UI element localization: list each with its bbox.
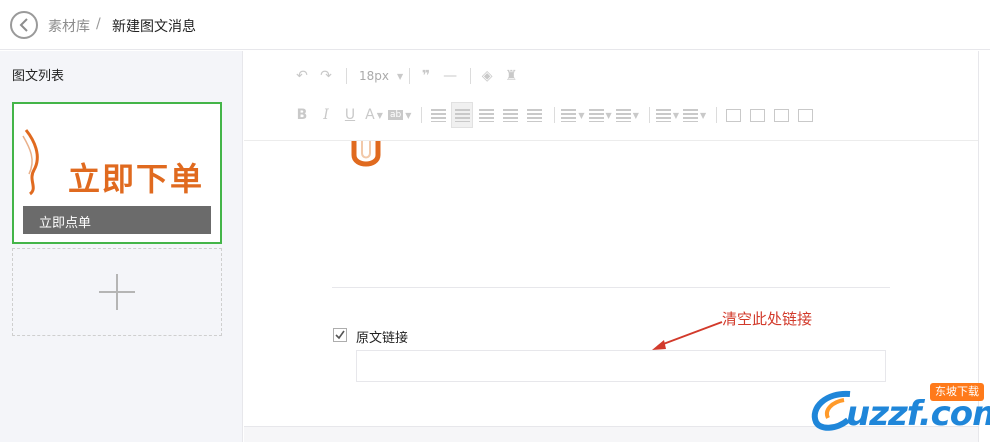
content-image <box>351 141 381 167</box>
original-link-label: 原文链接 <box>356 331 409 346</box>
line-spacing-after-icon[interactable]: ▼ <box>588 103 612 127</box>
toolbar-divider <box>554 107 556 123</box>
underline-icon[interactable]: U <box>340 103 360 127</box>
article-list-sidebar: 图文列表 立即下单 立即点单 <box>0 51 243 442</box>
eraser-icon[interactable]: ◈ <box>477 64 497 88</box>
bold-icon[interactable]: B <box>292 103 312 127</box>
breadcrumb-separator: / <box>96 16 101 32</box>
add-article-button[interactable] <box>12 248 222 336</box>
cover-decoration-icon <box>22 129 39 196</box>
image-float-right-icon[interactable] <box>771 103 791 127</box>
align-left-icon[interactable] <box>451 102 474 128</box>
card-title: 立即点单 <box>39 216 92 231</box>
indent-icon[interactable] <box>428 103 448 127</box>
toolbar-divider <box>648 107 650 123</box>
watermark-badge: 东坡下载 <box>930 383 984 401</box>
chevron-left-icon <box>19 18 28 32</box>
align-justify-icon[interactable] <box>524 103 544 127</box>
toolbar-divider <box>409 68 411 84</box>
watermark-logo: uzzf.com 东坡下载 <box>806 382 990 438</box>
line-spacing-before-icon[interactable]: ▼ <box>561 103 585 127</box>
content-divider <box>332 287 890 288</box>
sidebar-title: 图文列表 <box>12 69 65 84</box>
card-title-bar: 立即点单 <box>23 206 211 234</box>
font-size-select[interactable]: 18px <box>359 69 389 83</box>
align-right-icon[interactable] <box>500 103 520 127</box>
image-float-left-icon[interactable] <box>747 103 767 127</box>
article-card-selected[interactable]: 立即下单 立即点单 <box>12 102 222 244</box>
top-bar: 素材库 / 新建图文消息 <box>0 0 990 50</box>
font-color-icon[interactable]: A ▼ <box>364 103 384 127</box>
plus-icon-vertical <box>116 274 118 310</box>
back-button[interactable] <box>10 11 38 39</box>
toolbar-divider <box>716 107 718 123</box>
italic-icon[interactable]: I <box>316 103 336 127</box>
background-color-icon[interactable]: ab ▼ <box>388 103 411 127</box>
annotation-text: 清空此处链接 <box>722 310 813 328</box>
original-link-checkbox[interactable] <box>333 328 347 342</box>
toolbar-row-1: ↶ ↷ 18px ▼ ❞ — ◈ ♜ <box>292 63 525 89</box>
breadcrumb-link-library[interactable]: 素材库 <box>48 16 90 36</box>
breadcrumb-current: 新建图文消息 <box>112 19 196 35</box>
line-height-icon[interactable]: ▼ <box>615 103 639 127</box>
image-float-none-icon[interactable] <box>723 103 743 127</box>
align-center-icon[interactable] <box>476 103 496 127</box>
checkmark-icon <box>335 330 345 340</box>
toolbar-divider <box>346 68 347 84</box>
undo-icon[interactable]: ↶ <box>292 64 312 88</box>
toolbar-row-2: B I U A ▼ ab ▼ ▼ ▼ ▼ ▼ ▼ <box>292 102 819 128</box>
card-cover-text: 立即下单 <box>68 160 205 198</box>
unordered-list-icon[interactable]: ▼ <box>683 103 706 127</box>
toolbar-divider <box>470 68 472 84</box>
editor-toolbar: ↶ ↷ 18px ▼ ❞ — ◈ ♜ B I U A ▼ ab ▼ ▼ ▼ ▼ … <box>244 51 979 141</box>
ordered-list-icon[interactable]: ▼ <box>655 103 679 127</box>
annotation-arrow <box>652 321 723 350</box>
image-center-icon[interactable] <box>795 103 815 127</box>
redo-icon[interactable]: ↷ <box>316 64 336 88</box>
original-link-input[interactable] <box>356 350 886 382</box>
format-brush-icon[interactable]: ♜ <box>501 64 521 88</box>
horizontal-rule-icon[interactable]: — <box>440 64 460 88</box>
toolbar-divider <box>421 107 423 123</box>
chevron-down-icon[interactable]: ▼ <box>397 72 403 81</box>
blockquote-icon[interactable]: ❞ <box>416 64 436 88</box>
